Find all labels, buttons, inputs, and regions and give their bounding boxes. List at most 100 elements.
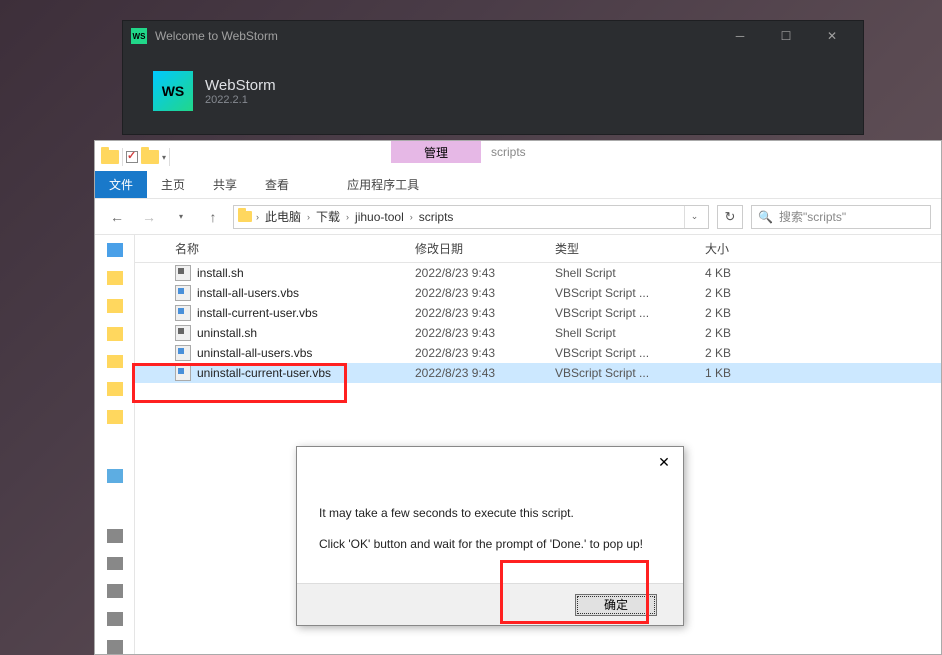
file-date: 2022/8/23 9:43 xyxy=(415,326,555,340)
ribbon-view[interactable]: 查看 xyxy=(251,171,303,198)
explorer-sidebar xyxy=(95,235,135,654)
file-row[interactable]: uninstall-all-users.vbs2022/8/23 9:43VBS… xyxy=(135,343,941,363)
sidebar-thispc-icon[interactable] xyxy=(107,529,123,543)
sidebar-quickaccess-icon[interactable] xyxy=(107,243,123,257)
file-name: install-all-users.vbs xyxy=(197,286,415,300)
ribbon-apptools[interactable]: 应用程序工具 xyxy=(333,171,433,198)
maximize-button[interactable]: ☐ xyxy=(763,21,809,51)
chevron-down-icon[interactable]: ▾ xyxy=(162,153,166,162)
dialog-ok-button[interactable]: 确定 xyxy=(575,594,657,616)
nav-back-button[interactable]: ← xyxy=(105,205,129,229)
sidebar-onedrive-icon[interactable] xyxy=(107,469,123,483)
chevron-right-icon[interactable]: › xyxy=(344,212,351,222)
ribbon-home[interactable]: 主页 xyxy=(147,171,199,198)
file-type: VBScript Script ... xyxy=(555,306,705,320)
dialog-footer: 确定 xyxy=(297,583,683,625)
sidebar-item-icon[interactable] xyxy=(107,640,123,654)
file-name: install.sh xyxy=(197,266,415,280)
chevron-right-icon[interactable]: › xyxy=(408,212,415,222)
column-name[interactable]: 名称 xyxy=(175,240,415,257)
sidebar-folder-icon[interactable] xyxy=(107,327,123,341)
sidebar-item-icon[interactable] xyxy=(107,557,123,571)
dialog-text-2: Click 'OK' button and wait for the promp… xyxy=(319,536,661,553)
file-type: Shell Script xyxy=(555,266,705,280)
file-rows: install.sh2022/8/23 9:43Shell Script4 KB… xyxy=(135,263,941,383)
file-type: Shell Script xyxy=(555,326,705,340)
nav-recent-button[interactable]: ▾ xyxy=(169,205,193,229)
file-date: 2022/8/23 9:43 xyxy=(415,366,555,380)
webstorm-icon: WS xyxy=(153,71,193,111)
sidebar-item-icon[interactable] xyxy=(107,612,123,626)
file-type: VBScript Script ... xyxy=(555,286,705,300)
file-icon xyxy=(175,345,191,361)
webstorm-window: WS Welcome to WebStorm ─ ☐ ✕ WS WebStorm… xyxy=(122,20,864,135)
file-row[interactable]: uninstall.sh2022/8/23 9:43Shell Script2 … xyxy=(135,323,941,343)
file-date: 2022/8/23 9:43 xyxy=(415,266,555,280)
file-size: 2 KB xyxy=(705,346,785,360)
chevron-right-icon[interactable]: › xyxy=(254,212,261,222)
file-size: 2 KB xyxy=(705,286,785,300)
refresh-button[interactable]: ↻ xyxy=(717,205,743,229)
file-name: uninstall.sh xyxy=(197,326,415,340)
webstorm-body: WS WebStorm 2022.2.1 xyxy=(123,51,863,131)
explorer-ribbon: 文件 主页 共享 查看 应用程序工具 xyxy=(95,173,941,199)
webstorm-title: Welcome to WebStorm xyxy=(155,29,717,43)
file-date: 2022/8/23 9:43 xyxy=(415,306,555,320)
file-row[interactable]: install-all-users.vbs2022/8/23 9:43VBScr… xyxy=(135,283,941,303)
address-dropdown[interactable]: ⌄ xyxy=(684,206,704,228)
ribbon-share[interactable]: 共享 xyxy=(199,171,251,198)
webstorm-icon-small: WS xyxy=(131,28,147,44)
breadcrumb-seg[interactable]: scripts xyxy=(417,210,456,224)
dialog-close-button[interactable]: ✕ xyxy=(651,451,677,473)
file-row[interactable]: uninstall-current-user.vbs2022/8/23 9:43… xyxy=(135,363,941,383)
nav-forward-button[interactable]: → xyxy=(137,205,161,229)
file-name: install-current-user.vbs xyxy=(197,306,415,320)
file-name: uninstall-current-user.vbs xyxy=(197,366,415,380)
file-row[interactable]: install-current-user.vbs2022/8/23 9:43VB… xyxy=(135,303,941,323)
address-box[interactable]: › 此电脑 › 下载 › jihuo-tool › scripts ⌄ xyxy=(233,205,709,229)
column-date[interactable]: 修改日期 xyxy=(415,240,555,257)
divider xyxy=(122,148,123,166)
sidebar-folder-icon[interactable] xyxy=(107,355,123,369)
folder-icon xyxy=(238,211,252,222)
search-icon: 🔍 xyxy=(758,210,773,224)
quick-check-icon[interactable] xyxy=(126,151,138,163)
webstorm-version: 2022.2.1 xyxy=(205,94,276,106)
folder-icon[interactable] xyxy=(141,150,159,164)
column-size[interactable]: 大小 xyxy=(705,240,785,257)
breadcrumb-seg[interactable]: 此电脑 xyxy=(263,208,303,225)
file-size: 2 KB xyxy=(705,326,785,340)
folder-icon[interactable] xyxy=(101,150,119,164)
search-input[interactable]: 🔍 搜索"scripts" xyxy=(751,205,931,229)
sidebar-folder-icon[interactable] xyxy=(107,410,123,424)
sidebar-folder-icon[interactable] xyxy=(107,271,123,285)
explorer-tabbar: ▾ 管理 scripts xyxy=(95,141,941,173)
file-icon xyxy=(175,265,191,281)
file-name: uninstall-all-users.vbs xyxy=(197,346,415,360)
file-date: 2022/8/23 9:43 xyxy=(415,286,555,300)
nav-up-button[interactable]: ↑ xyxy=(201,205,225,229)
file-icon xyxy=(175,285,191,301)
breadcrumb-seg[interactable]: 下载 xyxy=(314,208,342,225)
tab-scripts-label: scripts xyxy=(491,145,526,159)
file-row[interactable]: install.sh2022/8/23 9:43Shell Script4 KB xyxy=(135,263,941,283)
divider xyxy=(169,148,170,166)
breadcrumb-seg[interactable]: jihuo-tool xyxy=(353,210,406,224)
sidebar-folder-icon[interactable] xyxy=(107,299,123,313)
chevron-right-icon[interactable]: › xyxy=(305,212,312,222)
ribbon-file[interactable]: 文件 xyxy=(95,171,147,198)
file-date: 2022/8/23 9:43 xyxy=(415,346,555,360)
tab-manage[interactable]: 管理 xyxy=(391,141,481,163)
column-type[interactable]: 类型 xyxy=(555,240,705,257)
file-size: 2 KB xyxy=(705,306,785,320)
sidebar-folder-icon[interactable] xyxy=(107,382,123,396)
minimize-button[interactable]: ─ xyxy=(717,21,763,51)
file-size: 4 KB xyxy=(705,266,785,280)
sidebar-item-icon[interactable] xyxy=(107,584,123,598)
file-size: 1 KB xyxy=(705,366,785,380)
close-button[interactable]: ✕ xyxy=(809,21,855,51)
dialog-body: It may take a few seconds to execute thi… xyxy=(297,447,683,553)
file-icon xyxy=(175,325,191,341)
webstorm-name: WebStorm xyxy=(205,77,276,94)
file-type: VBScript Script ... xyxy=(555,366,705,380)
